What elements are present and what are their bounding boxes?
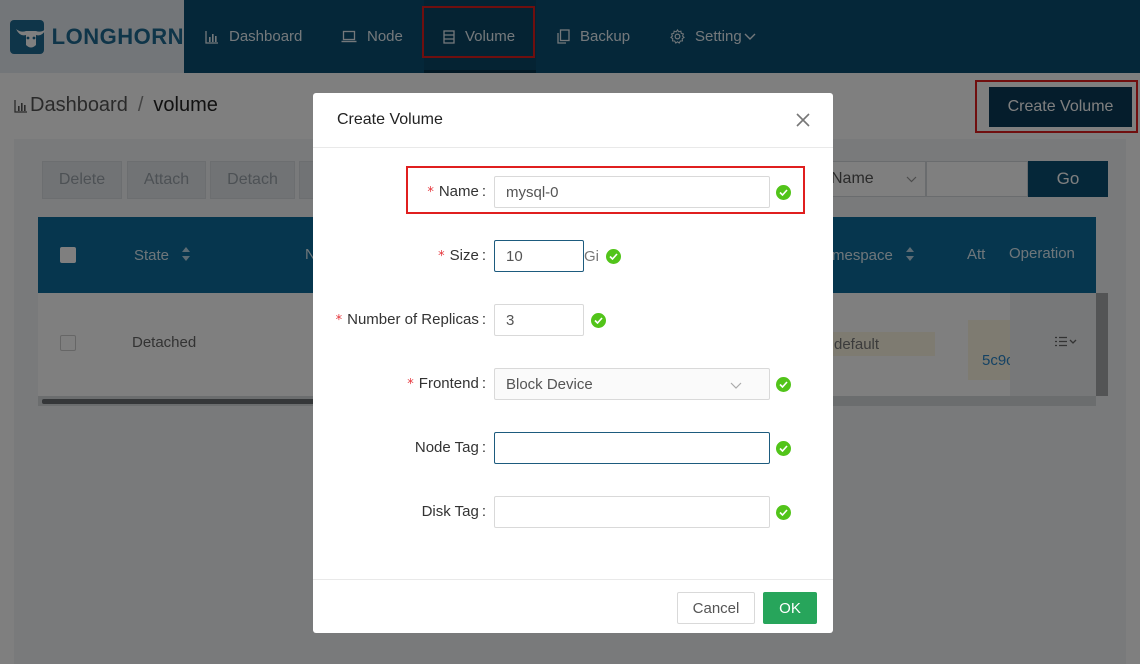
node-tag-label-text: Node Tag <box>414 439 479 456</box>
frontend-label: * Frontend: <box>407 375 486 392</box>
modal-footer: Cancel OK <box>313 579 833 633</box>
frontend-label-text: Frontend <box>418 375 479 392</box>
frontend-select-value: Block Device <box>506 375 593 393</box>
form-row-size: * Size: 10 Gi <box>313 240 833 272</box>
modal-header: Create Volume <box>313 93 833 148</box>
replicas-input[interactable]: 3 <box>494 304 584 336</box>
create-volume-modal: Create Volume * Name: mysql-0 * Size: 10 G… <box>313 93 833 633</box>
valid-check-icon <box>776 377 791 392</box>
valid-check-icon <box>776 441 791 456</box>
form-row-name: * Name: mysql-0 <box>313 176 833 208</box>
frontend-select[interactable]: Block Device <box>494 368 770 400</box>
required-mark: * <box>335 313 343 328</box>
size-label: * Size: <box>438 247 486 264</box>
form-row-replicas: * Number of Replicas: 3 <box>313 304 833 336</box>
valid-check-icon <box>591 313 606 328</box>
ok-button[interactable]: OK <box>763 592 817 624</box>
label-colon: : <box>481 503 486 520</box>
form-row-disk-tag: Disk Tag: <box>313 496 833 528</box>
required-mark: * <box>407 377 414 392</box>
disk-tag-label: Disk Tag: <box>422 503 486 520</box>
disk-tag-label-text: Disk Tag <box>421 503 479 520</box>
node-tag-label: Node Tag: <box>415 439 486 456</box>
name-label: * Name: <box>427 183 486 200</box>
label-colon: : <box>481 439 486 456</box>
name-input-value: mysql-0 <box>506 183 559 201</box>
valid-check-icon <box>776 505 791 520</box>
label-colon: : <box>481 311 486 328</box>
label-colon: : <box>481 375 486 392</box>
label-colon: : <box>481 247 486 264</box>
name-label-text: Name <box>438 183 479 200</box>
size-input[interactable]: 10 <box>494 240 584 272</box>
node-tag-select[interactable] <box>494 432 770 464</box>
valid-check-icon <box>776 185 791 200</box>
replicas-label-text: Number of Replicas <box>347 311 479 328</box>
replicas-input-value: 3 <box>506 311 515 329</box>
required-mark: * <box>427 185 434 200</box>
valid-check-icon <box>606 249 621 264</box>
size-input-value: 10 <box>506 247 523 265</box>
required-mark: * <box>438 249 445 264</box>
cancel-button[interactable]: Cancel <box>677 592 755 624</box>
form-row-node-tag: Node Tag: <box>313 432 833 464</box>
form-row-frontend: * Frontend: Block Device <box>313 368 833 400</box>
size-label-text: Size <box>449 247 479 264</box>
disk-tag-select[interactable] <box>494 496 770 528</box>
name-input[interactable]: mysql-0 <box>494 176 770 208</box>
close-icon[interactable] <box>795 112 813 130</box>
modal-title: Create Volume <box>337 111 443 128</box>
chevron-down-icon <box>730 377 805 395</box>
size-unit-suffix: Gi <box>584 248 599 265</box>
replicas-label: * Number of Replicas: <box>336 311 486 328</box>
label-colon: : <box>481 183 486 200</box>
